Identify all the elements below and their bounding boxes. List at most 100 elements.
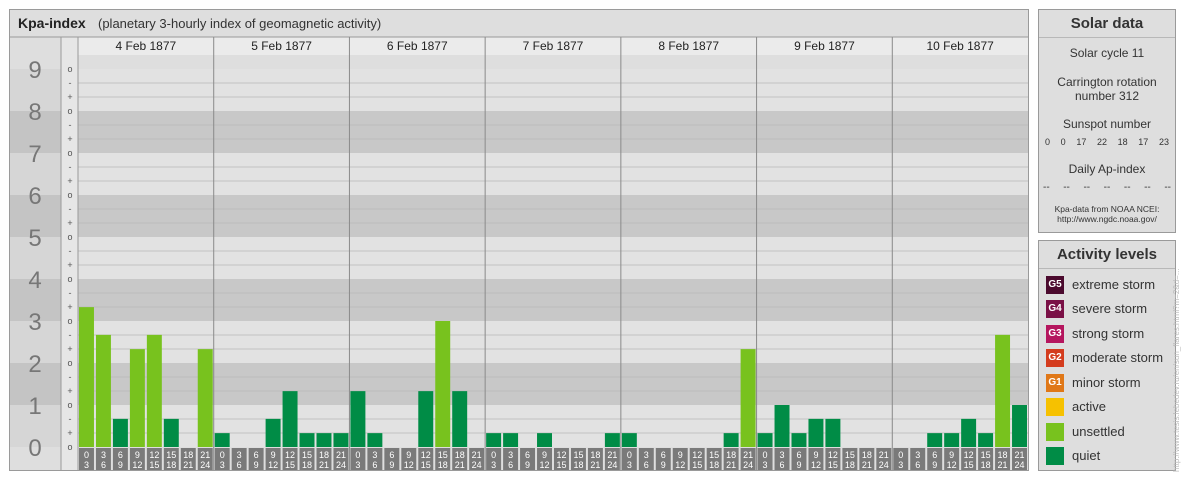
interval-start-label: 12 — [556, 450, 566, 460]
kp-bar — [282, 391, 298, 447]
minor-tick-mark: o — [67, 400, 72, 410]
interval-end-label: 12 — [811, 460, 821, 470]
data-source-line1: Kpa-data from NOAA NCEI: — [1054, 204, 1160, 214]
interval-start-label: 18 — [455, 450, 465, 460]
legend-label: severe storm — [1072, 301, 1148, 316]
interval-end-label: 12 — [947, 460, 957, 470]
sunspot-value: 0 — [1045, 137, 1051, 147]
interval-end-label: 18 — [981, 460, 991, 470]
interval-start-label: 9 — [271, 450, 276, 460]
interval-end-label: 6 — [237, 460, 242, 470]
minor-tick-mark: o — [67, 148, 72, 158]
interval-end-label: 6 — [780, 460, 785, 470]
y-tick-label: 6 — [28, 183, 41, 210]
interval-start-label: 18 — [862, 450, 872, 460]
carrington-rotation-line1: Carrington rotation — [1057, 75, 1157, 89]
interval-start-label: 18 — [726, 450, 736, 460]
minor-tick-mark: + — [67, 92, 72, 102]
interval-start-label: 15 — [709, 450, 719, 460]
kp-bar — [333, 433, 349, 447]
interval-end-label: 24 — [879, 460, 889, 470]
plot-band — [78, 363, 1028, 405]
minor-tick-mark: + — [67, 386, 72, 396]
interval-start-label: 12 — [692, 450, 702, 460]
daily-ap-values: -- -- -- -- -- -- -- — [1043, 182, 1171, 193]
minor-tick-mark: - — [69, 78, 72, 88]
interval-end-label: 12 — [132, 460, 142, 470]
kp-bar — [79, 307, 94, 447]
interval-start-label: 15 — [573, 450, 583, 460]
minor-tick-mark: o — [67, 442, 72, 452]
day-label: 5 Feb 1877 — [251, 39, 312, 53]
source-watermark: http://www.tesis.lebedev.ru/en/sun_flare… — [1172, 268, 1181, 472]
solar-cycle: Solar cycle 11 — [1069, 46, 1145, 60]
interval-start-label: 0 — [763, 450, 768, 460]
interval-start-label: 21 — [200, 450, 210, 460]
interval-start-label: 0 — [84, 450, 89, 460]
kp-bar — [316, 433, 332, 447]
plot-band — [78, 279, 1028, 321]
interval-end-label: 6 — [915, 460, 920, 470]
plot-band — [78, 237, 1028, 279]
interval-start-label: 9 — [949, 450, 954, 460]
minor-tick-mark: - — [69, 120, 72, 130]
unsettled-swatch — [1046, 423, 1064, 441]
kp-bar — [995, 334, 1011, 447]
legend-label: unsettled — [1072, 424, 1125, 439]
interval-start-label: 15 — [302, 450, 312, 460]
interval-end-label: 18 — [438, 460, 448, 470]
interval-start-label: 6 — [661, 450, 666, 460]
interval-start-label: 3 — [644, 450, 649, 460]
plot-band — [78, 69, 1028, 111]
interval-start-label: 21 — [879, 450, 889, 460]
ap-value: -- — [1164, 182, 1171, 193]
kp-bar — [129, 349, 145, 447]
interval-end-label: 9 — [389, 460, 394, 470]
interval-end-label: 24 — [1015, 460, 1025, 470]
minor-tick-mark: o — [67, 274, 72, 284]
interval-start-label: 15 — [845, 450, 855, 460]
day-label: 9 Feb 1877 — [794, 39, 855, 53]
sunspot-value: 18 — [1117, 137, 1128, 147]
kp-bar — [825, 418, 841, 447]
interval-end-label: 24 — [336, 460, 346, 470]
interval-start-label: 0 — [898, 450, 903, 460]
minor-tick-mark: o — [67, 232, 72, 242]
plot-band — [78, 111, 1028, 153]
day-label: 7 Feb 1877 — [523, 39, 584, 53]
g4-badge: G4 — [1046, 300, 1064, 318]
interval-start-label: 15 — [981, 450, 991, 460]
interval-end-label: 15 — [421, 460, 431, 470]
interval-end-label: 15 — [828, 460, 838, 470]
kp-bar — [791, 433, 807, 447]
kp-bar — [418, 391, 434, 447]
interval-start-label: 0 — [491, 450, 496, 460]
interval-end-label: 12 — [268, 460, 278, 470]
interval-end-label: 18 — [166, 460, 176, 470]
interval-start-label: 21 — [1015, 450, 1025, 460]
interval-end-label: 9 — [525, 460, 530, 470]
interval-start-label: 9 — [813, 450, 818, 460]
interval-start-label: 12 — [421, 450, 431, 460]
interval-end-label: 12 — [404, 460, 414, 470]
interval-end-label: 12 — [675, 460, 685, 470]
kp-bar — [95, 334, 111, 447]
interval-start-label: 0 — [220, 450, 225, 460]
interval-start-label: 6 — [525, 450, 530, 460]
interval-start-label: 9 — [542, 450, 547, 460]
sunspot-value: 17 — [1138, 137, 1149, 147]
minor-tick-mark: o — [67, 358, 72, 368]
minor-tick-mark: + — [67, 176, 72, 186]
data-source-link[interactable]: http://www.ngdc.noaa.gov/ — [1039, 214, 1175, 224]
minor-tick-mark: + — [67, 218, 72, 228]
activity-levels-heading: Activity levels — [1039, 241, 1175, 269]
interval-start-label: 12 — [964, 450, 974, 460]
interval-start-label: 9 — [678, 450, 683, 460]
interval-end-label: 24 — [472, 460, 482, 470]
interval-start-label: 15 — [166, 450, 176, 460]
sunspot-value: 17 — [1076, 137, 1087, 147]
sunspot-number-label: Sunspot number — [1062, 117, 1152, 131]
interval-start-label: 0 — [627, 450, 632, 460]
kp-bar — [537, 433, 552, 447]
kp-bar — [503, 433, 519, 447]
